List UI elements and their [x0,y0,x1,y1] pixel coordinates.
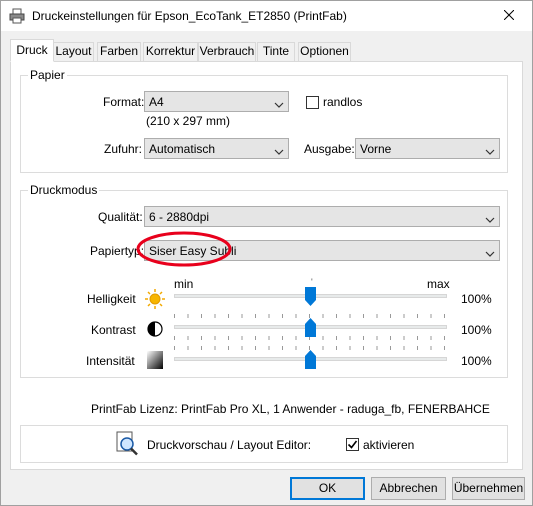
qualitaet-select[interactable]: 6 - 2880dpi [144,206,500,227]
ausgabe-select[interactable]: Vorne [355,138,500,159]
druckmodus-group: Druckmodus Qualität: 6 - 2880dpi Papiert… [20,183,508,378]
papiertyp-select[interactable]: Siser Easy Subli [144,240,500,261]
papiertyp-label: Papiertyp: [90,244,145,258]
printer-icon [9,8,25,24]
chevron-down-icon [274,98,284,108]
zufuhr-label: Zufuhr: [104,142,143,156]
randlos-checkbox[interactable] [306,96,319,109]
scale-min-label: min [174,277,194,291]
tab-korrektur[interactable]: Korrektur [143,42,198,61]
preview-label: Druckvorschau / Layout Editor: [147,438,312,452]
qualitaet-value: 6 - 2880dpi [149,210,210,224]
tab-farben[interactable]: Farben [97,42,141,61]
qualitaet-label: Qualität: [98,210,143,224]
cancel-button[interactable]: Abbrechen [371,477,446,500]
activate-preview-checkbox[interactable] [346,438,359,451]
ausgabe-label: Ausgabe: [304,142,355,156]
checkmark-icon [347,440,358,449]
chevron-down-icon [485,247,495,257]
activate-preview-label: aktivieren [363,438,415,452]
apply-button[interactable]: Übernehmen [452,477,525,500]
chevron-down-icon [485,213,495,223]
helligkeit-value: 100% [461,292,492,306]
zufuhr-select[interactable]: Automatisch [144,138,289,159]
close-button[interactable] [486,1,532,31]
license-text: PrintFab Lizenz: PrintFab Pro XL, 1 Anwe… [91,402,490,416]
gradient-icon [147,351,163,372]
randlos-label: randlos [323,95,363,109]
chevron-down-icon [274,145,284,155]
papiertyp-value: Siser Easy Subli [149,244,237,258]
sun-icon [145,289,165,312]
tab-layout[interactable]: Layout [53,42,94,61]
tab-tinte[interactable]: Tinte [257,42,295,61]
contrast-icon [147,321,163,340]
ausgabe-value: Vorne [360,142,392,156]
intensitaet-label: Intensität [86,354,135,368]
kontrast-slider-thumb[interactable] [305,318,316,337]
preview-magnifier-icon [116,431,140,460]
tab-verbrauch[interactable]: Verbrauch [198,42,256,61]
tab-optionen[interactable]: Optionen [298,42,351,61]
papier-legend: Papier [28,68,67,82]
ok-button[interactable]: OK [290,477,365,500]
format-label: Format: [103,95,145,109]
druck-panel: Papier Format: A4 (210 x 297 mm) randlos… [10,61,523,470]
intensitaet-value: 100% [461,354,492,368]
tab-druck[interactable]: Druck [10,39,54,62]
helligkeit-slider-thumb[interactable] [305,287,316,306]
window-title: Druckeinstellungen für Epson_EcoTank_ET2… [32,9,347,23]
format-select[interactable]: A4 [144,91,289,112]
title-bar: Druckeinstellungen für Epson_EcoTank_ET2… [1,1,532,31]
format-size-text: (210 x 297 mm) [146,114,231,128]
format-value: A4 [149,95,164,109]
preview-group: Druckvorschau / Layout Editor: aktiviere… [20,425,508,463]
helligkeit-label: Helligkeit [87,292,136,306]
kontrast-label: Kontrast [91,323,136,337]
chevron-down-icon [485,145,495,155]
kontrast-value: 100% [461,323,492,337]
scale-max-label: max [427,277,450,291]
zufuhr-value: Automatisch [149,142,216,156]
druckmodus-legend: Druckmodus [28,183,100,197]
close-icon [503,9,515,23]
intensitaet-slider-thumb[interactable] [305,350,316,369]
print-settings-window: Druckeinstellungen für Epson_EcoTank_ET2… [0,0,533,506]
papier-group: Papier Format: A4 (210 x 297 mm) randlos… [20,68,508,173]
